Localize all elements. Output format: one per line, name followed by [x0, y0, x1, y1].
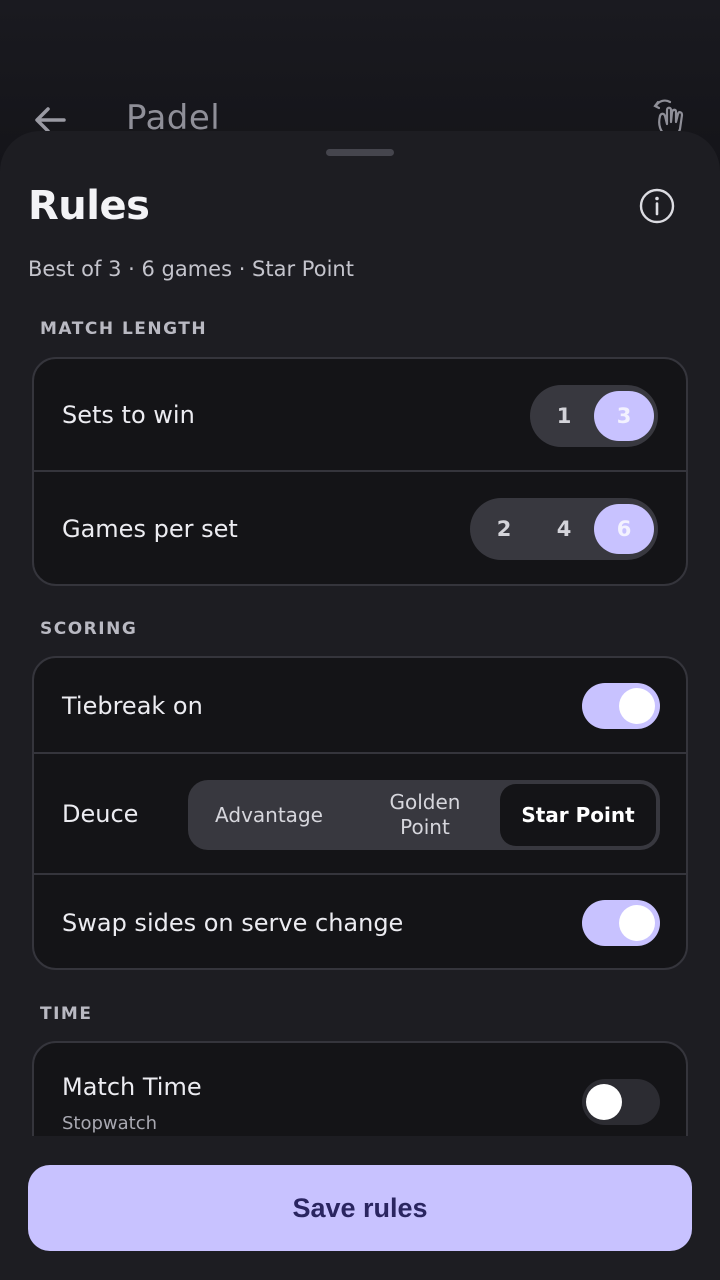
- section-label-time: TIME: [40, 1004, 93, 1024]
- sets-option-3[interactable]: 3: [594, 391, 654, 441]
- deuce-option-golden-point[interactable]: Golden Point: [350, 780, 500, 850]
- tiebreak-row: Tiebreak on: [34, 658, 686, 754]
- tiebreak-toggle[interactable]: [582, 683, 660, 729]
- match-length-card: Sets to win 1 3 Games per set 2 4 6: [32, 357, 688, 586]
- swap-sides-label: Swap sides on serve change: [62, 909, 404, 937]
- app-header: Padel: [0, 0, 720, 140]
- scoring-card: Tiebreak on Deuce Advantage Golden Point…: [32, 656, 688, 970]
- toggle-knob: [586, 1084, 622, 1120]
- save-rules-button[interactable]: Save rules: [28, 1165, 692, 1251]
- games-per-set-selector: 2 4 6: [470, 498, 658, 560]
- screen: Padel Rules Best of 3 · 6 games · Star P…: [0, 0, 720, 1280]
- tiebreak-label: Tiebreak on: [62, 692, 203, 720]
- match-time-sub: Stopwatch: [62, 1113, 158, 1134]
- section-label-match-length: MATCH LENGTH: [40, 319, 208, 339]
- sets-to-win-label: Sets to win: [62, 401, 195, 429]
- sets-to-win-selector: 1 3: [530, 385, 658, 447]
- toggle-knob: [619, 905, 655, 941]
- games-option-4[interactable]: 4: [534, 504, 594, 554]
- sets-to-win-row: Sets to win 1 3: [34, 359, 686, 472]
- sheet-title: Rules: [28, 183, 150, 229]
- swap-sides-row: Swap sides on serve change: [34, 875, 686, 968]
- match-time-toggle[interactable]: [582, 1079, 660, 1125]
- swap-sides-toggle[interactable]: [582, 900, 660, 946]
- sets-option-1[interactable]: 1: [534, 391, 594, 441]
- games-per-set-label: Games per set: [62, 515, 238, 543]
- games-per-set-row: Games per set 2 4 6: [34, 472, 686, 584]
- section-label-scoring: SCORING: [40, 619, 138, 639]
- games-option-6[interactable]: 6: [594, 504, 654, 554]
- deuce-selector: Advantage Golden Point Star Point: [188, 780, 660, 850]
- drag-handle[interactable]: [326, 149, 394, 156]
- games-option-2[interactable]: 2: [474, 504, 534, 554]
- deuce-option-star-point[interactable]: Star Point: [500, 784, 656, 846]
- rules-summary: Best of 3 · 6 games · Star Point: [28, 257, 354, 281]
- toggle-knob: [619, 688, 655, 724]
- info-icon[interactable]: [638, 187, 676, 225]
- deuce-option-advantage[interactable]: Advantage: [188, 780, 350, 850]
- deuce-row: Deuce Advantage Golden Point Star Point: [34, 754, 686, 875]
- match-time-label: Match Time: [62, 1073, 202, 1101]
- rules-bottom-sheet: Rules Best of 3 · 6 games · Star Point M…: [0, 131, 720, 1280]
- deuce-label: Deuce: [62, 800, 139, 828]
